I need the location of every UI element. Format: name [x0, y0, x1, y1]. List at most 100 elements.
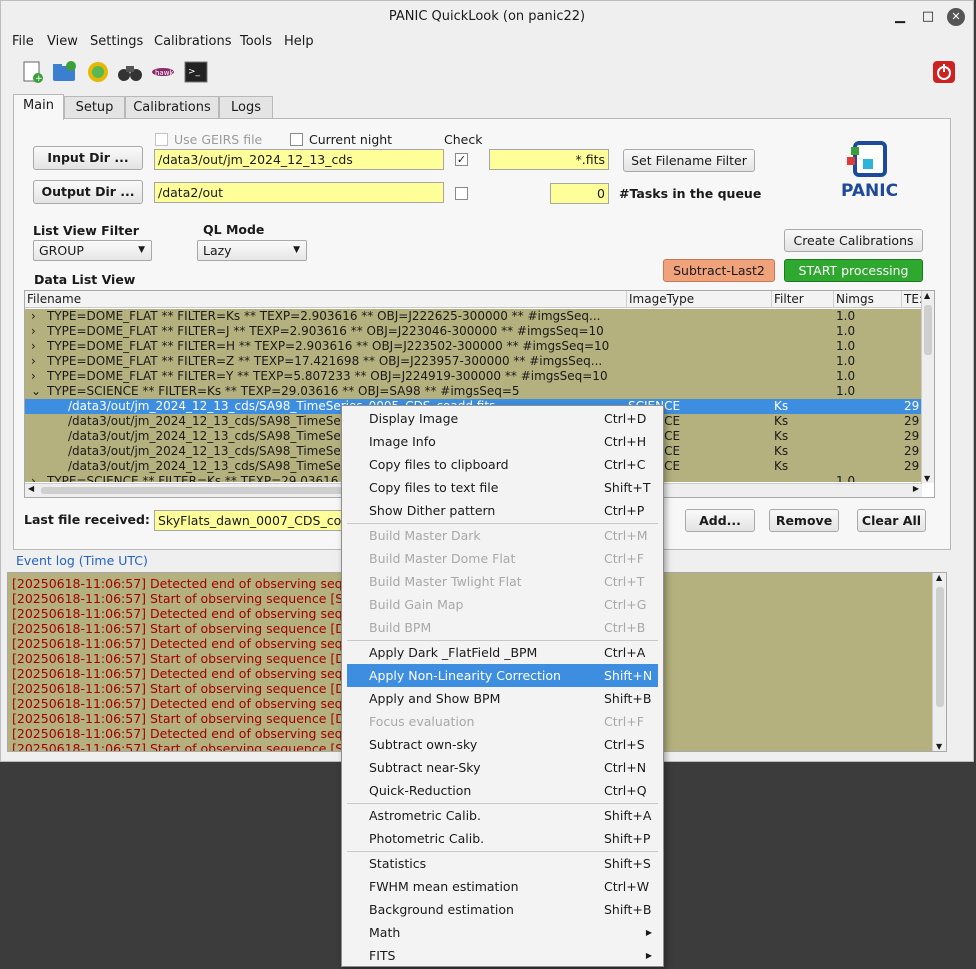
scrollbar-thumb[interactable]: [924, 305, 932, 355]
start-processing-button[interactable]: START processing: [784, 259, 923, 282]
scroll-up-icon[interactable]: ▲: [924, 291, 930, 300]
binoculars-icon[interactable]: [117, 60, 143, 84]
menu-item-subtract-own-sky[interactable]: Subtract own-sky Ctrl+S: [347, 733, 658, 756]
close-icon[interactable]: ✕: [947, 8, 965, 26]
menu-item-build-master-dark[interactable]: Build Master Dark Ctrl+M: [347, 524, 658, 547]
maximize-icon[interactable]: □: [919, 8, 937, 26]
menu-item-astrometric-calib[interactable]: Astrometric Calib. Shift+A: [347, 804, 658, 827]
menu-item-apply-dark-flatfield-bpm[interactable]: Apply Dark _FlatField _BPM Ctrl+A: [347, 641, 658, 664]
table-row[interactable]: ⌄ TYPE=SCIENCE ** FILTER=Ks ** TEXP=29.03…: [25, 384, 922, 399]
svg-text:>_: >_: [188, 67, 201, 77]
menu-item-display-image[interactable]: Display Image Ctrl+D: [347, 407, 658, 430]
menu-item-subtract-near-sky[interactable]: Subtract near-Sky Ctrl+N: [347, 756, 658, 779]
menu-item-apply-and-show-bpm[interactable]: Apply and Show BPM Shift+B: [347, 687, 658, 710]
remove-button[interactable]: Remove: [769, 509, 839, 532]
add-button[interactable]: Add...: [685, 509, 755, 532]
current-night-checkbox[interactable]: [290, 133, 303, 146]
scroll-down-icon[interactable]: ▼: [924, 474, 930, 483]
menu-item-shortcut: Shift+B: [604, 691, 652, 706]
menu-item-shortcut: Ctrl+G: [604, 597, 647, 612]
menu-item-image-info[interactable]: Image Info Ctrl+H: [347, 430, 658, 453]
menu-item-label: FWHM mean estimation: [369, 879, 519, 894]
expand-arrow-icon[interactable]: ›: [31, 369, 43, 384]
event-log-scrollbar[interactable]: ▲ ▼: [932, 573, 946, 751]
table-row[interactable]: › TYPE=DOME_FLAT ** FILTER=H ** TEXP=2.90…: [25, 339, 922, 354]
input-dir-field[interactable]: /data3/out/jm_2024_12_13_cds: [154, 149, 444, 170]
set-filename-filter-button[interactable]: Set Filename Filter: [623, 149, 755, 172]
menu-item-build-master-twlight-flat[interactable]: Build Master Twlight Flat Ctrl+T: [347, 570, 658, 593]
menu-item-background-estimation[interactable]: Background estimation Shift+B: [347, 898, 658, 921]
scroll-up-icon[interactable]: ▲: [936, 573, 942, 582]
use-geirs-checkbox[interactable]: [155, 133, 168, 146]
menu-item-label: Quick-Reduction: [369, 783, 472, 798]
filename-filter-field[interactable]: *.fits: [489, 149, 609, 170]
menu-help[interactable]: Help: [284, 33, 314, 51]
menu-item-copy-files-to-text-file[interactable]: Copy files to text file Shift+T: [347, 476, 658, 499]
expand-arrow-icon[interactable]: ›: [31, 309, 43, 324]
menu-item-apply-non-linearity-correction[interactable]: Apply Non-Linearity Correction Shift+N: [347, 664, 658, 687]
menu-item-quick-reduction[interactable]: Quick-Reduction Ctrl+Q: [347, 779, 658, 802]
menu-item-build-master-dome-flat[interactable]: Build Master Dome Flat Ctrl+F: [347, 547, 658, 570]
scroll-right-icon[interactable]: ▶: [913, 484, 919, 493]
subtract-last2-button[interactable]: Subtract-Last2: [663, 259, 775, 282]
menu-item-shortcut: Shift+B: [604, 902, 652, 917]
tab-setup[interactable]: Setup: [64, 96, 125, 119]
table-header: Filename ImageType Filter Nimgs TE:: [25, 291, 923, 308]
menu-item-copy-files-to-clipboard[interactable]: Copy files to clipboard Ctrl+C: [347, 453, 658, 476]
column-filter[interactable]: Filter: [771, 291, 833, 308]
menu-item-label: Show Dither pattern: [369, 503, 496, 518]
expand-arrow-icon[interactable]: ›: [31, 339, 43, 354]
menu-item-focus-evaluation[interactable]: Focus evaluation Ctrl+F: [347, 710, 658, 733]
output-dir-button[interactable]: Output Dir ...: [33, 180, 143, 204]
table-row[interactable]: › TYPE=DOME_FLAT ** FILTER=Ks ** TEXP=2.9…: [25, 309, 922, 324]
new-file-icon[interactable]: +: [19, 60, 45, 84]
column-texp[interactable]: TE:: [901, 291, 923, 308]
input-dir-button[interactable]: Input Dir ...: [33, 146, 143, 170]
clear-all-button[interactable]: Clear All: [857, 509, 926, 532]
menu-file[interactable]: File: [12, 33, 34, 51]
check-input-checkbox[interactable]: ✓: [455, 153, 468, 166]
power-icon[interactable]: [931, 60, 957, 84]
menu-tools[interactable]: Tools: [240, 33, 272, 51]
menu-settings[interactable]: Settings: [90, 33, 143, 51]
column-filename[interactable]: Filename: [25, 291, 626, 308]
table-row[interactable]: › TYPE=DOME_FLAT ** FILTER=Y ** TEXP=5.80…: [25, 369, 922, 384]
output-dir-field[interactable]: /data2/out: [154, 182, 444, 203]
menu-item-build-bpm[interactable]: Build BPM Ctrl+B: [347, 616, 658, 639]
minimize-icon[interactable]: ▁: [891, 8, 909, 26]
menu-item-math[interactable]: Math ▶: [347, 921, 658, 944]
menu-item-show-dither-pattern[interactable]: Show Dither pattern Ctrl+P: [347, 499, 658, 522]
scroll-down-icon[interactable]: ▼: [936, 742, 942, 751]
menu-item-label: Copy files to clipboard: [369, 457, 509, 472]
column-nimgs[interactable]: Nimgs: [833, 291, 901, 308]
terminal-icon[interactable]: >_: [183, 60, 209, 84]
scrollbar-thumb[interactable]: [936, 587, 944, 707]
open-folder-icon[interactable]: [51, 60, 77, 84]
table-row[interactable]: › TYPE=DOME_FLAT ** FILTER=Z ** TEXP=17.4…: [25, 354, 922, 369]
create-calibrations-button[interactable]: Create Calibrations: [784, 229, 923, 252]
menu-calibrations[interactable]: Calibrations: [154, 33, 232, 51]
sun-icon[interactable]: [85, 60, 111, 84]
tab-calibrations[interactable]: Calibrations: [125, 96, 219, 119]
menu-item-fwhm-mean-estimation[interactable]: FWHM mean estimation Ctrl+W: [347, 875, 658, 898]
menu-item-photometric-calib[interactable]: Photometric Calib. Shift+P: [347, 827, 658, 850]
expand-arrow-icon[interactable]: ›: [31, 474, 43, 482]
scroll-left-icon[interactable]: ◀: [28, 484, 34, 493]
tab-main[interactable]: Main: [13, 94, 64, 120]
tab-logs[interactable]: Logs: [219, 96, 273, 119]
event-log-title[interactable]: Event log (Time UTC): [16, 553, 148, 568]
check-output-checkbox[interactable]: [455, 187, 468, 200]
menu-item-fits[interactable]: FITS ▶: [347, 944, 658, 967]
column-imagetype[interactable]: ImageType: [626, 291, 771, 308]
table-row[interactable]: › TYPE=DOME_FLAT ** FILTER=J ** TEXP=2.90…: [25, 324, 922, 339]
menu-item-build-gain-map[interactable]: Build Gain Map Ctrl+G: [347, 593, 658, 616]
ql-mode-select[interactable]: Lazy ▼: [197, 240, 307, 261]
menu-view[interactable]: View: [47, 33, 78, 51]
list-view-filter-select[interactable]: GROUP ▼: [33, 240, 152, 261]
expand-arrow-icon[interactable]: ⌄: [31, 384, 43, 399]
hawk-icon[interactable]: hawk: [150, 60, 176, 84]
expand-arrow-icon[interactable]: ›: [31, 324, 43, 339]
expand-arrow-icon[interactable]: ›: [31, 354, 43, 369]
menu-item-statistics[interactable]: Statistics Shift+S: [347, 852, 658, 875]
tree-vertical-scrollbar[interactable]: ▲ ▼: [921, 291, 934, 483]
